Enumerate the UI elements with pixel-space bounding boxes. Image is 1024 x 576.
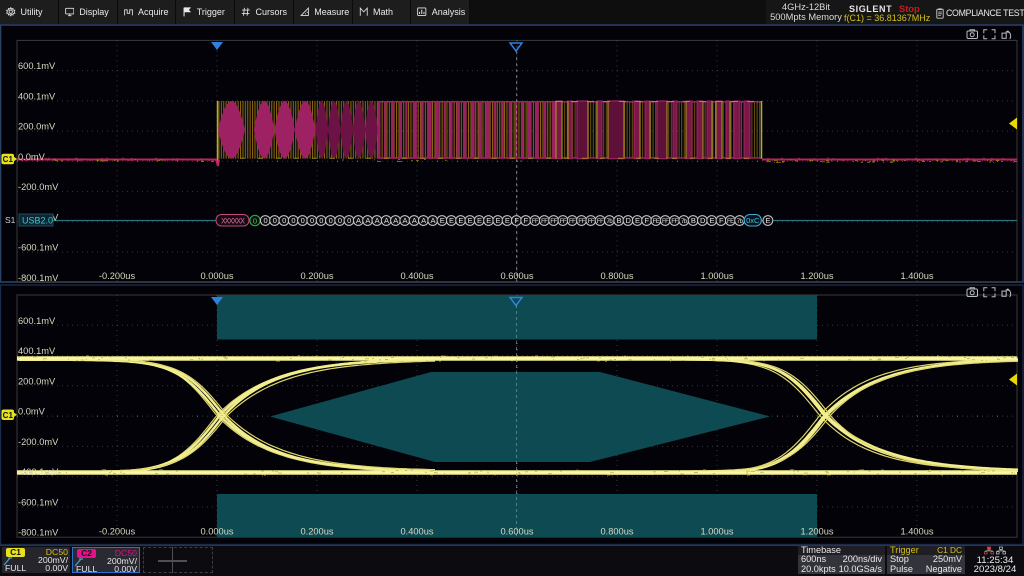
svg-text:-200.0mV: -200.0mV xyxy=(18,182,59,192)
svg-text:0.400us: 0.400us xyxy=(400,527,433,537)
svg-text:FF: FF xyxy=(532,219,539,225)
svg-text:0.000us: 0.000us xyxy=(200,527,233,537)
svg-text:FF: FF xyxy=(662,219,669,225)
svg-text:-800.1mV: -800.1mV xyxy=(18,273,59,283)
svg-text:FF: FF xyxy=(597,219,604,225)
svg-text:0: 0 xyxy=(301,216,305,225)
svg-text:B: B xyxy=(691,216,696,225)
svg-text:A: A xyxy=(365,216,370,225)
svg-text:-0.200us: -0.200us xyxy=(99,271,136,281)
svg-text:B: B xyxy=(616,216,621,225)
svg-text:A: A xyxy=(403,216,408,225)
svg-text:0: 0 xyxy=(319,216,323,225)
svg-text:A: A xyxy=(375,216,380,225)
svg-text:E: E xyxy=(486,216,491,225)
svg-text:E: E xyxy=(709,216,714,225)
svg-text:-600.1mV: -600.1mV xyxy=(18,497,59,507)
svg-text:-0.200us: -0.200us xyxy=(99,527,136,537)
svg-text:E: E xyxy=(505,216,510,225)
svg-text:USB2.0: USB2.0 xyxy=(22,216,53,226)
svg-text:-400.1mV: -400.1mV xyxy=(18,467,59,477)
svg-text:C1: C1 xyxy=(3,155,14,164)
svg-text:E: E xyxy=(468,216,473,225)
svg-text:E: E xyxy=(765,216,770,225)
svg-text:-600.1mV: -600.1mV xyxy=(18,243,59,253)
svg-text:0.600us: 0.600us xyxy=(500,527,533,537)
svg-text:E: E xyxy=(635,216,640,225)
svg-text:C1: C1 xyxy=(3,411,14,420)
svg-text:400.1mV: 400.1mV xyxy=(18,346,56,356)
svg-text:E: E xyxy=(477,216,482,225)
svg-text:0: 0 xyxy=(263,216,267,225)
svg-text:0.200us: 0.200us xyxy=(300,271,333,281)
svg-text:E: E xyxy=(458,216,463,225)
svg-text:FF: FF xyxy=(671,219,678,225)
svg-text:0: 0 xyxy=(282,216,286,225)
svg-text:FE: FE xyxy=(653,219,660,225)
svg-text:A: A xyxy=(421,216,426,225)
svg-text:0: 0 xyxy=(253,217,257,226)
svg-text:0: 0 xyxy=(338,216,342,225)
svg-text:FE: FE xyxy=(727,219,734,225)
svg-text:1.400us: 1.400us xyxy=(900,527,933,537)
svg-text:0.200us: 0.200us xyxy=(300,527,333,537)
svg-text:0: 0 xyxy=(273,216,277,225)
svg-text:S1: S1 xyxy=(5,215,16,225)
svg-text:FF: FF xyxy=(588,219,595,225)
svg-text:-200.0mV: -200.0mV xyxy=(18,437,59,447)
svg-text:600.1mV: 600.1mV xyxy=(18,61,56,71)
svg-text:200.0mV: 200.0mV xyxy=(18,122,56,132)
svg-text:0.0mV: 0.0mV xyxy=(18,407,46,417)
svg-text:-800.1mV: -800.1mV xyxy=(18,528,59,538)
svg-text:0: 0 xyxy=(329,216,333,225)
svg-text:0xC: 0xC xyxy=(746,216,760,225)
svg-text:1.000us: 1.000us xyxy=(700,527,733,537)
svg-text:FF: FF xyxy=(560,219,567,225)
svg-text:FF: FF xyxy=(578,219,585,225)
svg-text:A: A xyxy=(384,216,389,225)
svg-text:XXXXXX: XXXXXX xyxy=(221,218,245,227)
svg-text:0: 0 xyxy=(310,216,314,225)
svg-text:600.1mV: 600.1mV xyxy=(18,316,56,326)
svg-text:E: E xyxy=(440,216,445,225)
svg-text:200.0mV: 200.0mV xyxy=(18,376,56,386)
svg-text:A: A xyxy=(393,216,398,225)
svg-text:0.800us: 0.800us xyxy=(600,271,633,281)
svg-text:FF: FF xyxy=(550,219,557,225)
svg-text:1.000us: 1.000us xyxy=(700,271,733,281)
svg-text:A: A xyxy=(356,216,361,225)
svg-text:A: A xyxy=(412,216,417,225)
svg-text:1.200us: 1.200us xyxy=(800,271,833,281)
svg-text:1.400us: 1.400us xyxy=(900,271,933,281)
svg-text:0.000us: 0.000us xyxy=(200,271,233,281)
svg-text:0: 0 xyxy=(347,216,351,225)
svg-text:FF: FF xyxy=(569,219,576,225)
svg-text:0.0mV: 0.0mV xyxy=(18,152,46,162)
svg-text:400.1mV: 400.1mV xyxy=(18,91,56,101)
svg-text:A: A xyxy=(430,216,435,225)
svg-text:0.800us: 0.800us xyxy=(600,527,633,537)
svg-text:0.600us: 0.600us xyxy=(500,271,533,281)
svg-text:FF: FF xyxy=(541,219,548,225)
svg-text:0.400us: 0.400us xyxy=(400,271,433,281)
svg-text:E: E xyxy=(496,216,501,225)
svg-text:0: 0 xyxy=(291,216,295,225)
svg-text:1.200us: 1.200us xyxy=(800,527,833,537)
svg-text:E: E xyxy=(449,216,454,225)
